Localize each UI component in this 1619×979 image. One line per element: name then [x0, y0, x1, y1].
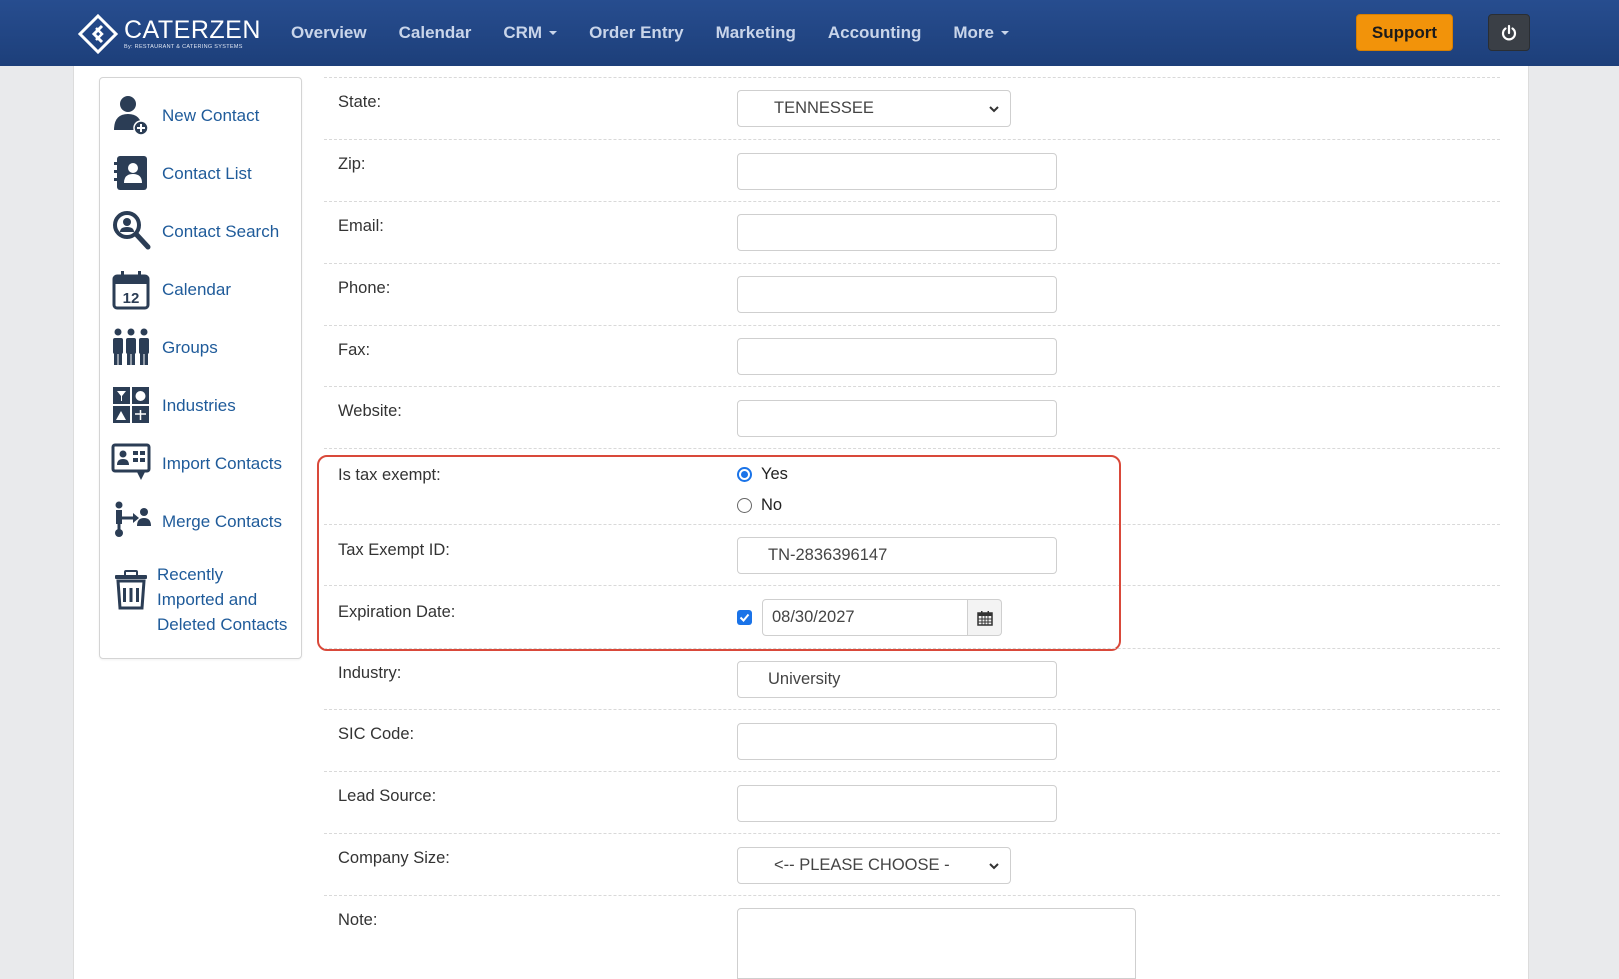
- form-row-industry: Industry:: [324, 648, 1500, 682]
- website-input[interactable]: [737, 400, 1057, 437]
- nav-label: Calendar: [398, 23, 472, 42]
- nav-calendar[interactable]: Calendar: [399, 23, 472, 43]
- form-row-sic-code: SIC Code:: [324, 709, 1500, 743]
- industry-input[interactable]: University: [737, 661, 1057, 698]
- sidebar-item-merge-contacts[interactable]: Merge Contacts: [110, 500, 300, 542]
- form-row-note: Note:: [324, 895, 1500, 929]
- note-label: Note:: [338, 911, 378, 929]
- phone-label: Phone:: [338, 279, 391, 297]
- fax-input[interactable]: [737, 338, 1057, 375]
- fax-label: Fax:: [338, 341, 371, 359]
- email-input[interactable]: [737, 214, 1057, 251]
- form-row-website: Website:: [324, 386, 1500, 420]
- state-select[interactable]: TENNESSEE: [737, 90, 1011, 127]
- nav-marketing[interactable]: Marketing: [716, 23, 796, 43]
- brand-logo[interactable]: CATERZEN By: RESTAURANT & CATERING SYSTE…: [78, 14, 261, 54]
- nav-label: More: [953, 23, 994, 42]
- sidebar-item-calendar[interactable]: 12 Calendar: [110, 268, 300, 310]
- sic-code-label: SIC Code:: [338, 725, 415, 743]
- caterzen-logo-icon: [78, 14, 118, 54]
- nav-more[interactable]: More: [953, 23, 1009, 43]
- sidebar-item-label: Calendar: [162, 279, 231, 299]
- form-row-tax-exempt: Is tax exempt:: [324, 448, 1500, 484]
- nav-overview[interactable]: Overview: [291, 23, 367, 43]
- main-nav: Overview Calendar CRM Order Entry Market…: [291, 0, 1041, 66]
- sidebar-item-import-contacts[interactable]: Import Contacts: [110, 442, 300, 484]
- sidebar-item-label-line: Recently: [157, 565, 224, 584]
- sidebar-item-label: Contact List: [162, 163, 252, 183]
- sic-code-input[interactable]: [737, 723, 1057, 760]
- nav-order-entry[interactable]: Order Entry: [589, 23, 683, 43]
- lead-source-label: Lead Source:: [338, 787, 437, 805]
- sidebar-item-recently-deleted[interactable]: Recently Imported and Deleted Contacts: [110, 564, 300, 637]
- caret-down-icon: [1000, 31, 1009, 35]
- form-row-email: Email:: [324, 201, 1500, 235]
- state-select-value: TENNESSEE: [774, 99, 874, 117]
- nav-accounting[interactable]: Accounting: [828, 23, 922, 43]
- contact-search-icon: [113, 211, 151, 250]
- company-size-label: Company Size:: [338, 849, 450, 867]
- sidebar-item-label-line: Imported and: [157, 590, 258, 609]
- form-row-state: State:: [324, 77, 1500, 111]
- calendar-icon: 12: [112, 271, 150, 310]
- sidebar-item-label: Groups: [162, 337, 218, 357]
- nav-label: Overview: [291, 23, 367, 42]
- contacts-sidebar: New Contact Contact List Contact Search: [99, 77, 302, 659]
- sidebar-item-label: Industries: [162, 395, 236, 415]
- nav-label: CRM: [503, 23, 543, 42]
- form-row-lead-source: Lead Source:: [324, 771, 1500, 805]
- form-row-zip: Zip:: [324, 139, 1500, 173]
- company-size-select-value: <-- PLEASE CHOOSE -: [774, 856, 950, 874]
- import-contacts-icon: [111, 443, 151, 480]
- website-label: Website:: [338, 402, 402, 420]
- merge-contacts-icon: [115, 501, 151, 537]
- nav-label: Accounting: [827, 23, 922, 42]
- industries-icon: [113, 387, 149, 423]
- sidebar-item-contact-search[interactable]: Contact Search: [110, 210, 300, 252]
- lead-source-input[interactable]: [737, 785, 1057, 822]
- sidebar-item-industries[interactable]: Industries: [110, 384, 300, 426]
- state-label: State:: [338, 93, 382, 111]
- nav-crm[interactable]: CRM: [503, 23, 558, 43]
- svg-text:12: 12: [123, 290, 140, 307]
- new-contact-icon: [114, 96, 149, 136]
- sidebar-item-label: Contact Search: [162, 221, 280, 241]
- sidebar-item-contact-list[interactable]: Contact List: [110, 152, 300, 194]
- tax-exempt-highlight-box: [317, 455, 1121, 651]
- zip-input[interactable]: [737, 153, 1057, 190]
- chevron-down-icon: [989, 106, 999, 113]
- nav-label: Marketing: [715, 23, 796, 42]
- industry-label: Industry:: [338, 664, 402, 682]
- contact-list-icon: [114, 156, 147, 190]
- brand-name: CATERZEN: [124, 15, 261, 44]
- sidebar-item-groups[interactable]: Groups: [110, 326, 300, 368]
- form-row-company-size: Company Size:: [324, 833, 1500, 867]
- nav-label: Order Entry: [589, 23, 684, 42]
- company-size-select[interactable]: <-- PLEASE CHOOSE -: [737, 847, 1011, 884]
- sidebar-item-label: Import Contacts: [162, 453, 282, 473]
- sidebar-item-label: New Contact: [162, 105, 260, 125]
- sidebar-item-new-contact[interactable]: New Contact: [110, 94, 300, 136]
- support-button[interactable]: Support: [1356, 14, 1453, 51]
- form-row-fax: Fax:: [324, 325, 1500, 359]
- power-icon: [1501, 24, 1517, 40]
- top-navbar: CATERZEN By: RESTAURANT & CATERING SYSTE…: [0, 0, 1619, 66]
- chevron-down-icon: [989, 863, 999, 870]
- sidebar-item-label-line: Deleted Contacts: [157, 615, 288, 634]
- note-textarea[interactable]: [737, 908, 1136, 979]
- caret-down-icon: [549, 31, 558, 35]
- email-label: Email:: [338, 217, 384, 235]
- trash-icon: [115, 570, 147, 610]
- zip-label: Zip:: [338, 155, 366, 173]
- phone-input[interactable]: [737, 276, 1057, 313]
- brand-subtitle: By: RESTAURANT & CATERING SYSTEMS: [124, 43, 243, 50]
- logout-button[interactable]: [1488, 14, 1530, 51]
- form-row-phone: Phone:: [324, 263, 1500, 297]
- groups-icon: [113, 328, 149, 365]
- sidebar-item-label: Merge Contacts: [162, 511, 282, 531]
